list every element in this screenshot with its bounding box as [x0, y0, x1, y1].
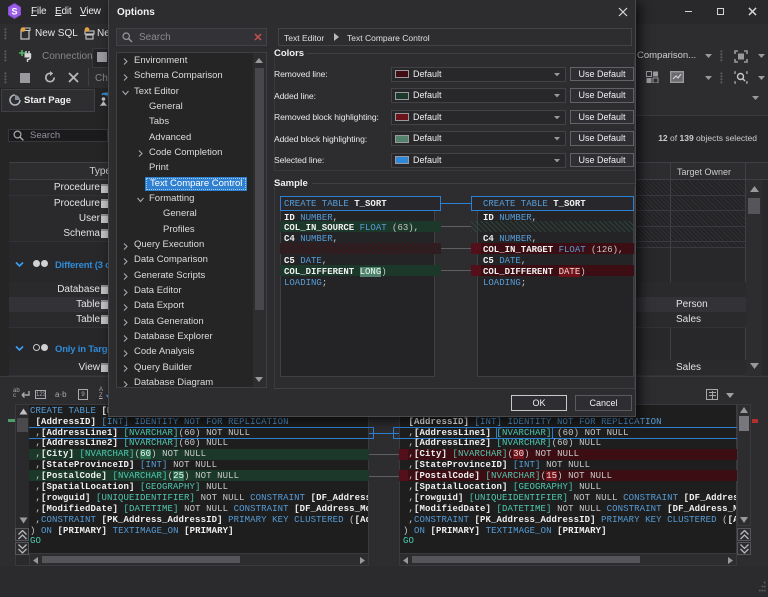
svg-text:S: S [11, 7, 17, 17]
